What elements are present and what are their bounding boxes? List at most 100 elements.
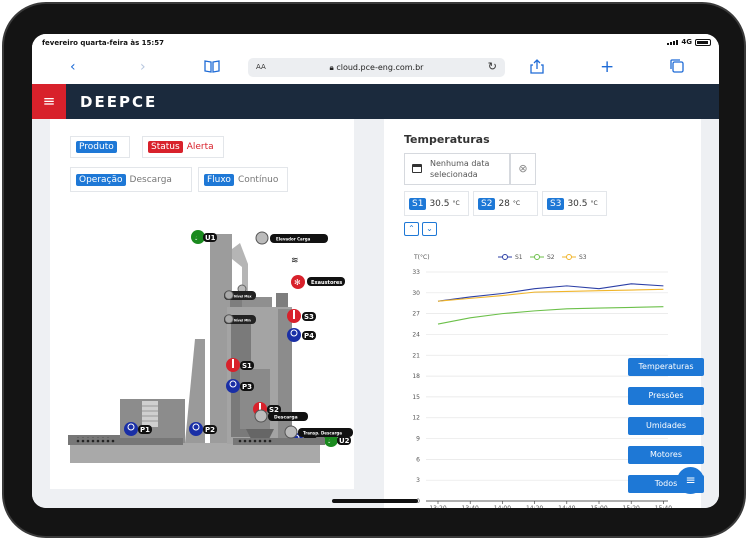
temperaturas-button[interactable]: Temperaturas [628, 358, 704, 376]
chevron-left-icon[interactable]: ‹ [70, 59, 76, 75]
p5-label: P5 [305, 437, 315, 445]
elevador-label: Elevador Carga [276, 237, 311, 242]
sensor-s3-value: S3 30.5 °C [542, 191, 607, 216]
url-bar[interactable]: AA 🔒︎ cloud.pce-eng.com.br ↻ [248, 58, 505, 77]
p4-sensor: P4 [287, 328, 316, 342]
elevador-sensor: Elevador Carga [255, 231, 328, 245]
y-tick-label: 30 [412, 290, 420, 297]
y-tick-label: 24 [412, 331, 420, 338]
y-axis-label: T(°C) [413, 254, 430, 261]
home-indicator [332, 499, 418, 503]
tabs-icon[interactable] [670, 59, 684, 77]
x-tick-label: 14:00 [494, 505, 511, 508]
y-tick-label: 33 [412, 269, 420, 276]
nivel-min-label: Nível Min [234, 319, 251, 323]
s3-sensor: S3 [287, 309, 316, 323]
browser-toolbar: ‹ › AA 🔒︎ cloud.pce-eng.com.br ↻ + [32, 52, 719, 84]
sensor-s1-number: 30.5 [429, 198, 450, 209]
y-tick-label: 21 [412, 352, 420, 359]
sensor-s3-label: S3 [547, 197, 565, 210]
floating-menu-button[interactable]: ≡ [677, 467, 704, 494]
series-line [437, 288, 664, 302]
umidades-button[interactable]: Umidades [628, 417, 704, 435]
sensor-s2-number: 28 [498, 198, 510, 209]
u1-label: U1 [205, 234, 216, 242]
plant-card: Produto Status Alerta Operação Descarga … [50, 119, 354, 489]
app-header: ≡ DEEPCE [32, 84, 719, 119]
url-value: cloud.pce-eng.com.br [336, 63, 424, 72]
x-tick-label: 15:00 [590, 505, 607, 508]
chevron-up-icon: ⌃ [408, 224, 415, 233]
sensor-s1-label: S1 [409, 197, 427, 210]
exaustores-label: Exaustores [311, 280, 342, 286]
sensor-s2-label: S2 [478, 197, 496, 210]
sensor-s1-unit: °C [452, 200, 460, 207]
status-right: 4G [667, 38, 711, 46]
date-placeholder-line1: Nenhuma data [430, 159, 490, 168]
reload-icon[interactable]: ↻ [488, 60, 497, 73]
y-tick-label: 3 [416, 477, 420, 484]
sensor-s1-value: S1 30.5 °C [404, 191, 469, 216]
x-tick-label: 14:20 [526, 505, 543, 508]
scroll-up-button[interactable]: ⌃ [404, 222, 419, 236]
sensor-s2-unit: °C [512, 200, 521, 207]
status-time: fevereiro quarta-feira às 15:57 [42, 39, 164, 47]
u2-sensor: 💧︎ U2 [324, 433, 351, 447]
plant-diagram: Nível Max Nível Min 💧︎ U1 Elevador Carga [68, 230, 351, 463]
date-placeholder: Nenhuma data selecionada [430, 158, 489, 180]
x-tick-label: 15:40 [655, 505, 672, 508]
plus-icon[interactable]: + [600, 59, 614, 76]
status-value: Alerta [186, 142, 214, 152]
scroll-down-button[interactable]: ⌄ [422, 222, 437, 236]
legend-swatch-marker [534, 254, 540, 260]
legend-label: S3 [579, 254, 587, 261]
produto-label: Produto [76, 141, 117, 153]
pressoes-button[interactable]: Pressões [628, 387, 704, 405]
temperature-title: Temperaturas [404, 133, 490, 146]
produto-tag: Produto [70, 136, 130, 158]
heat-icon: ≋ [291, 256, 299, 266]
book-icon[interactable] [204, 59, 220, 77]
calendar-icon [412, 164, 422, 173]
signal-icon [667, 39, 679, 45]
date-picker[interactable]: Nenhuma data selecionada [404, 153, 510, 185]
y-tick-label: 6 [416, 456, 420, 463]
x-tick-label: 13:20 [429, 505, 446, 508]
status-label: Status [148, 141, 183, 153]
url-text: 🔒︎ cloud.pce-eng.com.br [248, 63, 505, 73]
u2-label: U2 [339, 437, 350, 445]
chevron-right-icon[interactable]: › [140, 59, 146, 75]
s1-label: S1 [242, 362, 252, 370]
sensor-s3-unit: °C [590, 200, 598, 207]
hamburger-menu-button[interactable]: ≡ [32, 84, 66, 119]
x-tick-label: 14:40 [558, 505, 575, 508]
fan-icon: ✻ [294, 278, 301, 287]
share-icon[interactable] [530, 59, 544, 78]
series-line [437, 306, 664, 325]
menu-icon: ≡ [685, 473, 696, 487]
legend-swatch-marker [502, 254, 508, 260]
y-tick-label: 18 [412, 373, 420, 380]
nivel-max-label: Nível Max [234, 295, 252, 299]
y-tick-label: 9 [416, 436, 420, 443]
legend-label: S2 [547, 254, 555, 261]
y-tick-label: 15 [412, 394, 420, 401]
sensor-s2-value: S2 28 °C [473, 191, 538, 216]
s2-label: S2 [269, 406, 279, 414]
clear-date-button[interactable]: ⊗ [510, 153, 536, 185]
p3-label: P3 [242, 383, 252, 391]
dashboard-content: Produto Status Alerta Operação Descarga … [32, 119, 719, 508]
u1-sensor: 💧︎ U1 [191, 230, 217, 244]
tablet-screen: fevereiro quarta-feira às 15:57 4G ‹ › A… [32, 34, 719, 508]
legend-label: S1 [515, 254, 523, 261]
x-tick-label: 15:20 [623, 505, 640, 508]
motores-button[interactable]: Motores [628, 446, 704, 464]
battery-icon [695, 38, 711, 46]
y-tick-label: 27 [412, 311, 420, 318]
y-tick-label: 12 [412, 415, 420, 422]
legend-swatch-marker [566, 254, 572, 260]
app-logo: DEEPCE [80, 93, 158, 111]
network-label: 4G [681, 38, 692, 46]
hamburger-icon: ≡ [42, 92, 56, 110]
exaustores-sensor: ≋ ✻ Exaustores [291, 256, 345, 289]
